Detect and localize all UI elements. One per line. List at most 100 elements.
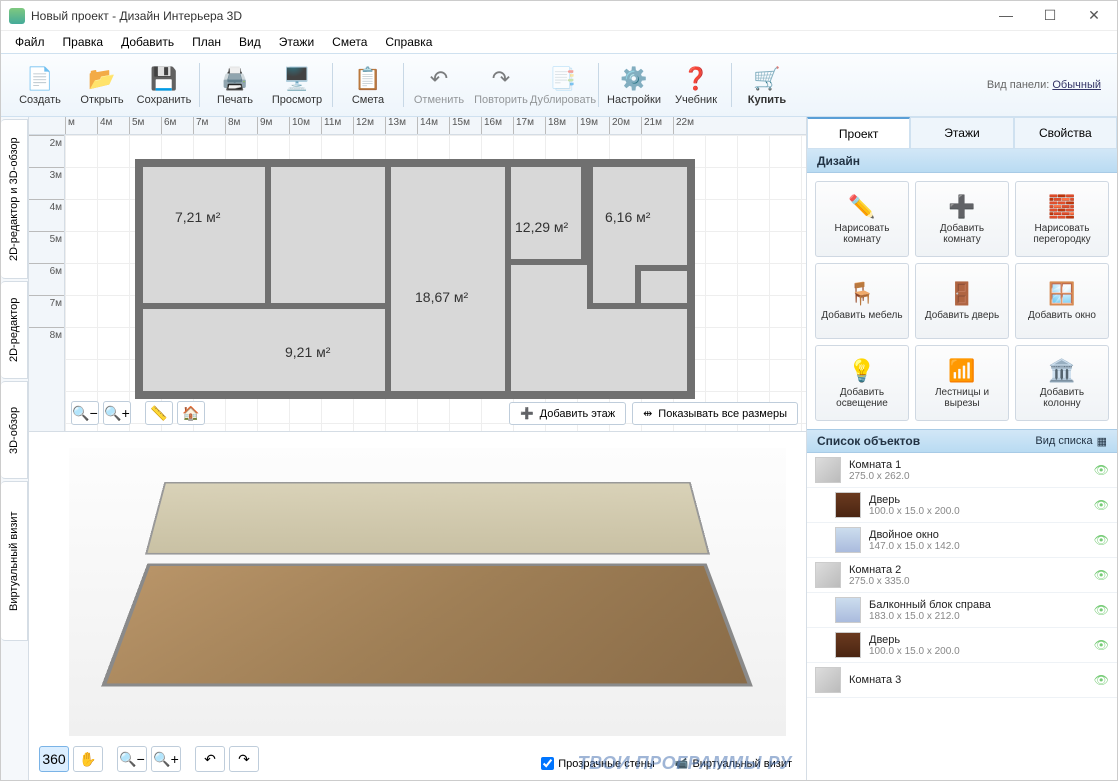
visibility-icon[interactable]: 👁 (1094, 498, 1109, 512)
titlebar: Новый проект - Дизайн Интерьера 3D — ☐ ✕ (1, 1, 1117, 31)
home-button[interactable]: 🏠 (177, 401, 205, 425)
design-add-light[interactable]: 💡Добавить освещение (815, 345, 909, 421)
design-add-door[interactable]: 🚪Добавить дверь (915, 263, 1009, 339)
virtual-visit-button[interactable]: 📹 Виртуальный визит (675, 757, 792, 770)
view-3d-area[interactable]: 360 ✋ 🔍− 🔍+ ↶ ↷ Прозрачные стены 📹 Вирту… (29, 431, 806, 780)
menu-view[interactable]: Вид (231, 33, 269, 51)
design-section-header: Дизайн (807, 149, 1117, 173)
object-thumb (835, 492, 861, 518)
visibility-icon[interactable]: 👁 (1094, 568, 1109, 582)
preview-button[interactable]: 🖥️Просмотр (266, 57, 328, 113)
design-stairs[interactable]: 📶Лестницы и вырезы (915, 345, 1009, 421)
object-item[interactable]: Дверь100.0 x 15.0 x 200.0👁 (807, 488, 1117, 523)
menu-edit[interactable]: Правка (55, 33, 112, 51)
object-item[interactable]: Балконный блок справа183.0 x 15.0 x 212.… (807, 593, 1117, 628)
visibility-icon[interactable]: 👁 (1094, 603, 1109, 617)
close-button[interactable]: ✕ (1079, 7, 1109, 24)
object-list[interactable]: Комната 1275.0 x 262.0👁Дверь100.0 x 15.0… (807, 453, 1117, 780)
visibility-icon[interactable]: 👁 (1094, 463, 1109, 477)
pan-button[interactable]: ✋ (73, 746, 103, 772)
create-button[interactable]: 📄Создать (9, 57, 71, 113)
duplicate-button[interactable]: 📑Дублировать (532, 57, 594, 113)
visibility-icon[interactable]: 👁 (1094, 533, 1109, 547)
list-mode-icon[interactable]: ▦ (1097, 435, 1107, 448)
undo-3d-button[interactable]: ↶ (195, 746, 225, 772)
transparent-walls-checkbox[interactable]: Прозрачные стены (541, 757, 654, 770)
zoom-in-3d-button[interactable]: 🔍+ (151, 746, 181, 772)
object-list-header: Список объектов Вид списка ▦ (807, 429, 1117, 453)
menu-estimate[interactable]: Смета (324, 33, 375, 51)
room-area-3: 12,29 м² (515, 219, 568, 235)
plan-canvas[interactable]: 7,21 м² 18,67 м² 12,29 м² 6,16 м² 9,21 м… (65, 135, 806, 431)
object-thumb (815, 457, 841, 483)
tab-properties[interactable]: Свойства (1014, 117, 1117, 148)
add-floor-button[interactable]: ➕Добавить этаж (509, 402, 626, 425)
zoom-out-button[interactable]: 🔍− (71, 401, 99, 425)
window-title: Новый проект - Дизайн Интерьера 3D (31, 9, 242, 23)
visibility-icon[interactable]: 👁 (1094, 673, 1109, 687)
object-thumb (835, 632, 861, 658)
show-dims-button[interactable]: ⇹Показывать все размеры (632, 402, 798, 425)
monitor-icon: 🖥️ (283, 65, 311, 93)
object-item[interactable]: Двойное окно147.0 x 15.0 x 142.0👁 (807, 523, 1117, 558)
menu-plan[interactable]: План (184, 33, 229, 51)
object-item[interactable]: Комната 3👁 (807, 663, 1117, 698)
undo-button[interactable]: ↶Отменить (408, 57, 470, 113)
tab-project[interactable]: Проект (807, 117, 910, 148)
camera-icon: 📹 (675, 757, 689, 770)
open-button[interactable]: 📂Открыть (71, 57, 133, 113)
menu-add[interactable]: Добавить (113, 33, 182, 51)
room-area-4: 6,16 м² (605, 209, 650, 225)
draw-room-icon: ✏️ (848, 194, 875, 220)
visibility-icon[interactable]: 👁 (1094, 638, 1109, 652)
settings-button[interactable]: ⚙️Настройки (603, 57, 665, 113)
maximize-button[interactable]: ☐ (1035, 7, 1065, 24)
object-item[interactable]: Дверь100.0 x 15.0 x 200.0👁 (807, 628, 1117, 663)
menu-file[interactable]: Файл (7, 33, 53, 51)
toolbar: 📄Создать 📂Открыть 💾Сохранить 🖨️Печать 🖥️… (1, 53, 1117, 117)
measure-button[interactable]: 📏 (145, 401, 173, 425)
tab-floors[interactable]: Этажи (910, 117, 1013, 148)
design-add-column[interactable]: 🏛️Добавить колонну (1015, 345, 1109, 421)
sidetab-2d[interactable]: 2D-редактор (1, 281, 28, 379)
duplicate-icon: 📑 (549, 65, 577, 93)
side-tabs: 2D-редактор и 3D-обзор 2D-редактор 3D-об… (1, 117, 29, 780)
gear-icon: ⚙️ (620, 65, 648, 93)
zoom-in-button[interactable]: 🔍+ (103, 401, 131, 425)
rotate-360-button[interactable]: 360 (39, 746, 69, 772)
ruler-vertical: 2м3м4м5м6м7м8м (29, 135, 65, 431)
object-thumb (815, 562, 841, 588)
tutorial-button[interactable]: ❓Учебник (665, 57, 727, 113)
stairs-icon: 📶 (948, 358, 975, 384)
design-draw-room[interactable]: ✏️Нарисовать комнату (815, 181, 909, 257)
redo-3d-button[interactable]: ↷ (229, 746, 259, 772)
zoom-out-3d-button[interactable]: 🔍− (117, 746, 147, 772)
redo-button[interactable]: ↷Повторить (470, 57, 532, 113)
room-area-1: 7,21 м² (175, 209, 220, 225)
render-3d (69, 448, 786, 736)
plan-2d-area[interactable]: 2м3м4м5м6м7м8м 7,21 (29, 135, 806, 431)
estimate-button[interactable]: 📋Смета (337, 57, 399, 113)
menu-help[interactable]: Справка (377, 33, 440, 51)
object-thumb (835, 527, 861, 553)
print-button[interactable]: 🖨️Печать (204, 57, 266, 113)
menubar: Файл Правка Добавить План Вид Этажи Смет… (1, 31, 1117, 53)
sidetab-3d[interactable]: 3D-обзор (1, 381, 28, 479)
design-add-window[interactable]: 🪟Добавить окно (1015, 263, 1109, 339)
menu-floors[interactable]: Этажи (271, 33, 322, 51)
buy-button[interactable]: 🛒Купить (736, 57, 798, 113)
floorplan: 7,21 м² 18,67 м² 12,29 м² 6,16 м² 9,21 м… (135, 159, 695, 399)
design-add-furniture[interactable]: 🪑Добавить мебель (815, 263, 909, 339)
save-button[interactable]: 💾Сохранить (133, 57, 195, 113)
sidetab-combo[interactable]: 2D-редактор и 3D-обзор (1, 119, 28, 279)
object-item[interactable]: Комната 2275.0 x 335.0👁 (807, 558, 1117, 593)
design-add-room[interactable]: ➕Добавить комнату (915, 181, 1009, 257)
panel-mode-link[interactable]: Обычный (1052, 79, 1101, 91)
sidetab-virtual[interactable]: Виртуальный визит (1, 481, 28, 641)
minimize-button[interactable]: — (991, 7, 1021, 24)
add-door-icon: 🚪 (948, 281, 975, 307)
list-mode-label[interactable]: Вид списка (1035, 435, 1092, 447)
panel-mode-label: Вид панели: Обычный (987, 79, 1109, 91)
design-draw-partition[interactable]: 🧱Нарисовать перегородку (1015, 181, 1109, 257)
object-item[interactable]: Комната 1275.0 x 262.0👁 (807, 453, 1117, 488)
